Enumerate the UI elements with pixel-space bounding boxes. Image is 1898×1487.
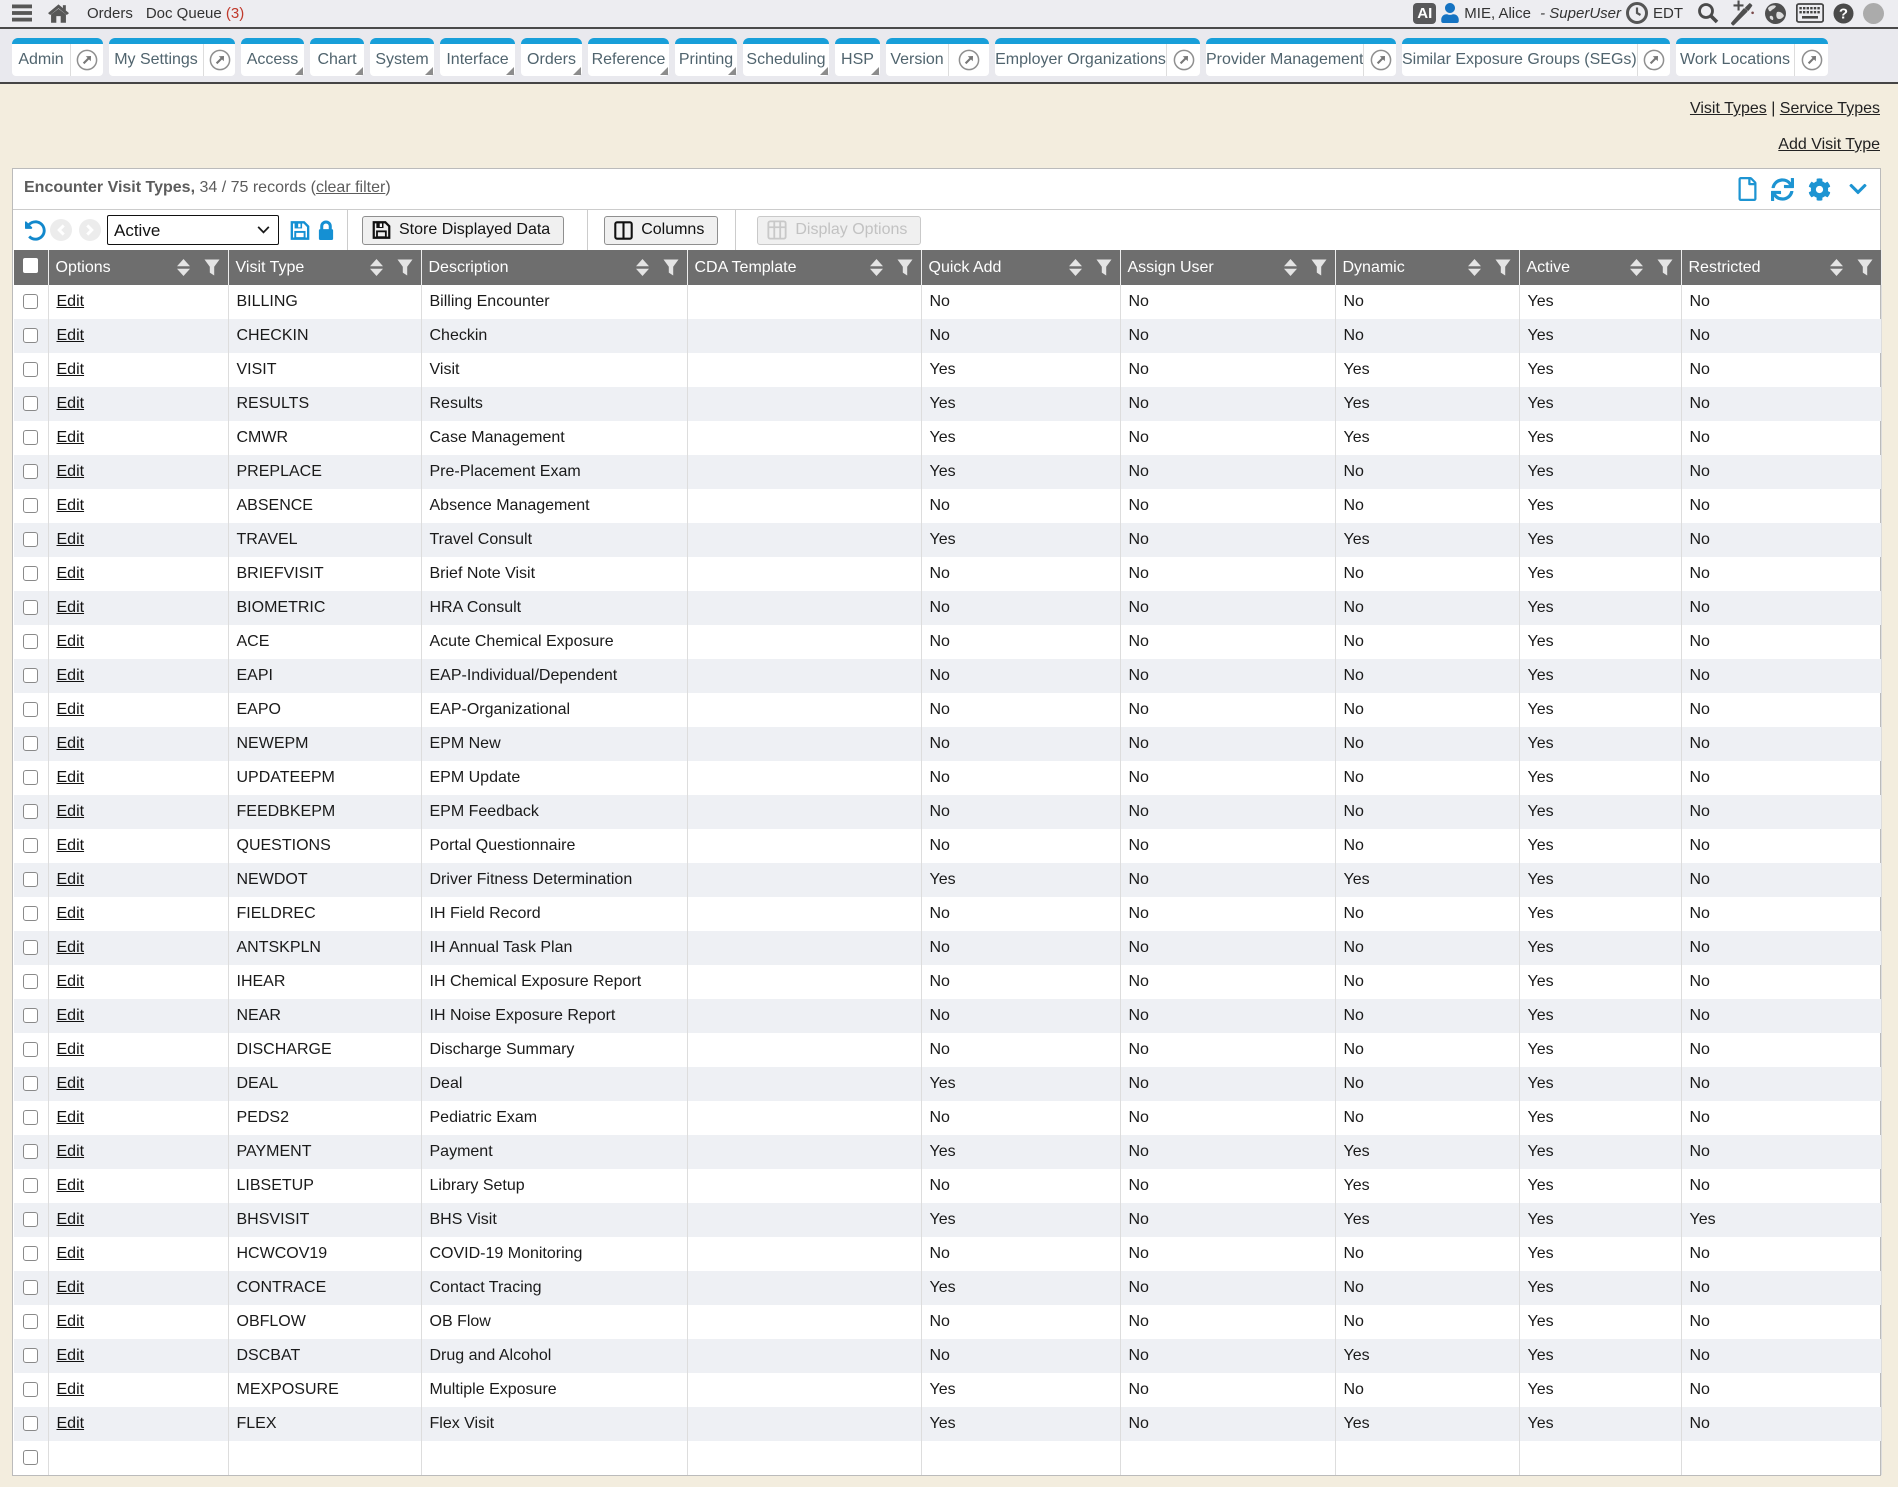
svg-text:?: ? — [1839, 5, 1848, 22]
